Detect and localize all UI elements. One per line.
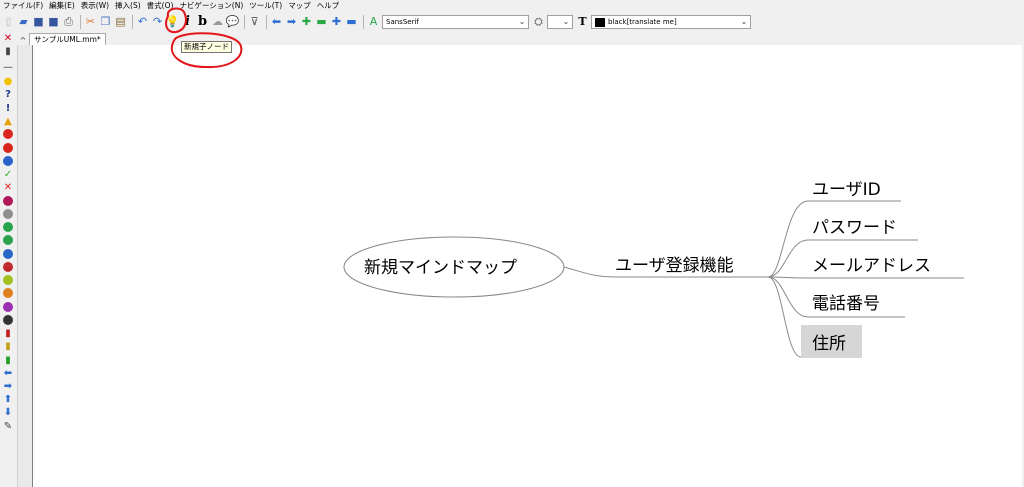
filter-icon[interactable]: ⊽: [248, 15, 261, 29]
new-file-icon[interactable]: ▯: [2, 15, 15, 29]
font-family-value: SansSerif: [386, 18, 419, 26]
tooltip-text: 新規子ノード: [184, 42, 229, 51]
arrow-down-icon[interactable]: ⬇: [1, 407, 15, 418]
menu-tools[interactable]: ツール(T): [249, 0, 282, 12]
toolbar: ▯ ▰ ■ ■ ⎙ ✂ ❐ ▤ ↶ ↷ 💡 i b ☁ 💬 ⊽ ⬅ ➡ ✚ ▬ …: [0, 12, 1024, 32]
toolbar-separator: [363, 15, 364, 29]
priority-8-icon[interactable]: [3, 288, 13, 298]
cut-icon[interactable]: ✂: [84, 15, 97, 29]
no-entry-icon[interactable]: [3, 143, 13, 153]
exclamation-icon[interactable]: !: [1, 103, 15, 114]
save-icon[interactable]: ■: [32, 15, 45, 29]
cloud-icon[interactable]: ☁: [211, 15, 224, 29]
navigate-back-icon[interactable]: ⬅: [270, 15, 283, 29]
copy-icon[interactable]: ❐: [99, 15, 112, 29]
menu-file[interactable]: ファイル(F): [3, 0, 43, 12]
vertical-scrollbar[interactable]: [17, 45, 32, 487]
priority-5-icon[interactable]: [3, 249, 13, 259]
child-node[interactable]: パスワード: [812, 213, 897, 238]
freemind-window: ファイル(F) 編集(E) 表示(W) 挿入(S) 書式(O) ナビゲーション(…: [0, 0, 1024, 487]
child-node[interactable]: ユーザID: [812, 175, 881, 200]
trash-icon[interactable]: ▮: [1, 46, 15, 57]
priority-3-icon[interactable]: [3, 222, 13, 232]
edge-branch-to-child: [767, 276, 964, 279]
cross-icon[interactable]: ✕: [1, 182, 15, 193]
chevron-up-icon[interactable]: ^: [17, 36, 29, 45]
remove-icon-icon[interactable]: ✕: [1, 33, 15, 44]
idea-icon[interactable]: ●: [1, 76, 15, 87]
menu-help[interactable]: ヘルプ: [317, 0, 340, 12]
toolbar-separator: [266, 15, 267, 29]
chevron-down-icon: ⌄: [740, 17, 748, 26]
traffic-light-red-icon[interactable]: ▮: [1, 328, 15, 339]
info-icon[interactable]: [3, 156, 13, 166]
text-format-icon[interactable]: T: [576, 15, 589, 29]
menu-navigation[interactable]: ナビゲーション(N): [179, 0, 243, 12]
print-icon[interactable]: ⎙: [62, 15, 75, 29]
root-node[interactable]: 新規マインドマップ: [364, 253, 517, 278]
priority-2-icon[interactable]: [3, 209, 13, 219]
expand-one-level-icon[interactable]: ✚: [330, 15, 343, 29]
collapse-one-level-icon[interactable]: ▬: [345, 15, 358, 29]
menu-map[interactable]: マップ: [288, 0, 311, 12]
separator-line: —: [3, 62, 13, 73]
open-folder-icon[interactable]: ▰: [17, 15, 30, 29]
arrow-right-icon[interactable]: ➡: [1, 381, 15, 392]
warning-icon[interactable]: ▲: [1, 116, 15, 127]
toolbar-separator: [132, 15, 133, 29]
menu-view[interactable]: 表示(W): [81, 0, 109, 12]
question-icon[interactable]: ?: [1, 89, 15, 100]
undo-icon[interactable]: ↶: [136, 15, 149, 29]
branch-node[interactable]: ユーザ登録機能: [615, 251, 734, 276]
tab-sample-uml[interactable]: サンプルUML.mm*: [29, 33, 106, 45]
traffic-light-yellow-icon[interactable]: ▮: [1, 341, 15, 352]
new-child-node-icon[interactable]: 💡: [166, 15, 180, 29]
tooltip: 新規子ノード: [181, 41, 232, 53]
edge-branch-to-child: [767, 276, 802, 358]
priority-6-icon[interactable]: [3, 262, 13, 272]
italic-icon[interactable]: i: [181, 15, 194, 29]
font-color-icon[interactable]: A: [367, 15, 380, 29]
color-value: black[translate me]: [608, 18, 677, 26]
icon-sidebar: ✕ ▮ — ● ? ! ▲ ✓ ✕ ▮ ▮ ▮ ⬅ ➡ ⬆ ⬇ ✎: [0, 32, 17, 487]
chevron-down-icon: ⌄: [562, 17, 570, 26]
toolbar-separator: [80, 15, 81, 29]
priority-1-icon[interactable]: [3, 196, 13, 206]
menu-edit[interactable]: 編集(E): [49, 0, 75, 12]
map-tab-strip: ^ サンプルUML.mm*: [17, 32, 1024, 45]
tab-label: サンプルUML.mm*: [34, 35, 101, 44]
chevron-down-icon: ⌄: [518, 17, 526, 26]
toolbar-separator: [244, 15, 245, 29]
navigate-forward-icon[interactable]: ➡: [285, 15, 298, 29]
menu-format[interactable]: 書式(O): [147, 0, 174, 12]
font-size-select[interactable]: ⌄: [547, 15, 573, 29]
save-as-icon[interactable]: ■: [47, 15, 60, 29]
bold-icon[interactable]: b: [196, 15, 209, 29]
font-family-select[interactable]: SansSerif ⌄: [382, 15, 529, 29]
menu-insert[interactable]: 挿入(S): [115, 0, 141, 12]
stop-icon[interactable]: [3, 129, 13, 139]
traffic-light-green-icon[interactable]: ▮: [1, 355, 15, 366]
collapse-icon[interactable]: ▬: [315, 15, 328, 29]
paste-icon[interactable]: ▤: [114, 15, 127, 29]
arrow-left-icon[interactable]: ⬅: [1, 368, 15, 379]
priority-0-icon[interactable]: [3, 315, 13, 325]
child-node-selected[interactable]: 住所: [812, 329, 846, 354]
redo-icon[interactable]: ↷: [151, 15, 164, 29]
menubar: ファイル(F) 編集(E) 表示(W) 挿入(S) 書式(O) ナビゲーション(…: [0, 0, 1024, 12]
speech-bubble-icon[interactable]: 💬: [226, 15, 240, 29]
edge-style-icon[interactable]: ⛭: [532, 15, 545, 29]
priority-7-icon[interactable]: [3, 275, 13, 285]
priority-9-icon[interactable]: [3, 302, 13, 312]
pencil-icon[interactable]: ✎: [1, 421, 15, 432]
child-node[interactable]: 電話番号: [812, 289, 880, 314]
mindmap-canvas[interactable]: 新規マインドマップ ユーザ登録機能 ユーザID パスワード メールアドレス 電話…: [32, 45, 1022, 487]
child-node[interactable]: メールアドレス: [812, 251, 931, 276]
color-swatch: [595, 17, 605, 27]
color-select[interactable]: black[translate me] ⌄: [591, 15, 751, 29]
expand-icon[interactable]: ✚: [300, 15, 313, 29]
priority-4-icon[interactable]: [3, 235, 13, 245]
checkmark-icon[interactable]: ✓: [1, 169, 15, 180]
arrow-up-icon[interactable]: ⬆: [1, 394, 15, 405]
